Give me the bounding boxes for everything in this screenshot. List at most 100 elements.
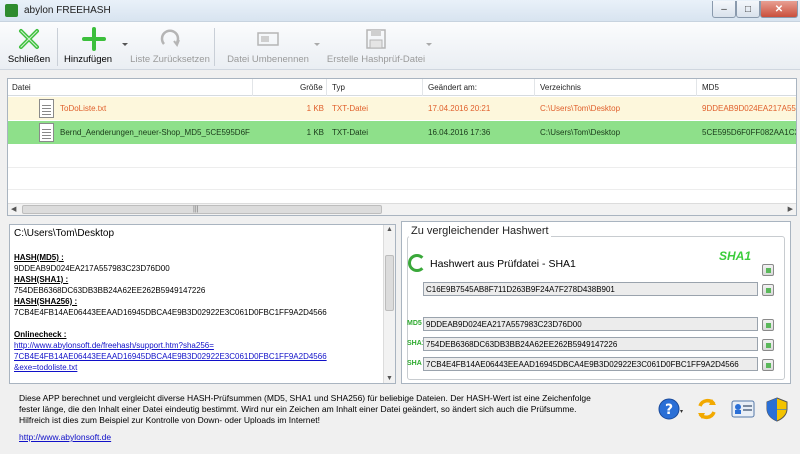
cell-md5: 9DDEAB9D024EA217A557983C23D76D00 (702, 104, 796, 113)
column-divider[interactable] (326, 79, 327, 96)
compare-hash-field[interactable]: C16E9B7545AB8F711D263B9F24A7F278D438B901 (423, 282, 758, 296)
cell-type: TXT-Datei (332, 104, 369, 113)
sha256-tag-icon: SHA (407, 360, 422, 367)
scrollbar-thumb[interactable] (385, 255, 394, 311)
grid-line (8, 167, 796, 168)
update-icon[interactable] (694, 396, 720, 422)
md5-value: 9DDEAB9D024EA217A557983C23D76D00 (14, 264, 170, 273)
cell-size: 1 KB (306, 128, 324, 137)
sha1-copy-button[interactable] (762, 339, 774, 351)
cell-md5: 5CE595D6F0FF082AA1C3 (702, 128, 796, 137)
column-divider[interactable] (696, 79, 697, 96)
scroll-up-arrow-icon[interactable]: ▲ (386, 226, 393, 233)
reset-list-label: Liste Zurücksetzen (130, 54, 210, 65)
website-link[interactable]: http://www.abylonsoft.de (19, 432, 111, 442)
onlinecheck-link-hash[interactable]: 7CB4E4FB14AE06443EEAAD16945DBCA4E9B3D029… (14, 352, 327, 361)
reset-list-button[interactable]: Liste Zurücksetzen (130, 24, 210, 68)
column-header-md5[interactable]: MD5 (702, 83, 719, 92)
column-header-modified[interactable]: Geändert am: (428, 83, 477, 92)
minimize-button[interactable]: – (712, 1, 736, 18)
maximize-button[interactable]: □ (736, 1, 760, 18)
create-hash-file-label: Erstelle Hashprüf-Datei (326, 54, 426, 65)
sha1-heading: HASH(SHA1) : (14, 275, 69, 284)
create-hash-file-button[interactable]: Erstelle Hashprüf-Datei (326, 24, 432, 68)
cell-modified: 17.04.2016 20:21 (428, 104, 491, 113)
rename-file-button[interactable]: Datei Umbenennen (218, 24, 320, 68)
cell-modified: 16.04.2016 17:36 (428, 128, 491, 137)
file-list-header: Datei Größe Typ Geändert am: Verzeichnis… (8, 79, 796, 96)
scrollbar-grip-icon: ||| (193, 206, 199, 213)
md5-copy-button[interactable] (762, 319, 774, 331)
sha1-hash-field[interactable]: 754DEB6368DC63DB3BB24A62EE262B5949147226 (423, 337, 758, 351)
security-shield-icon[interactable] (764, 396, 790, 422)
add-button[interactable]: Hinzufügen (62, 24, 128, 68)
description-line-3: Hilfreich ist dies zum Beispiel zur Kont… (19, 415, 320, 425)
reset-icon (160, 29, 180, 48)
text-file-icon (39, 123, 54, 142)
sha256-value: 7CB4E4FB14AE06443EEAAD16945DBCA4E9B3D029… (14, 308, 327, 317)
title-bar: abylon FREEHASH – □ ✕ (0, 0, 800, 22)
compare-copy-button[interactable] (762, 284, 774, 296)
column-header-file[interactable]: Datei (12, 83, 31, 92)
cell-directory: C:\Users\Tom\Desktop (540, 128, 621, 137)
grid-line (8, 189, 796, 190)
onlinecheck-heading: Onlinecheck : (14, 330, 67, 339)
close-button[interactable]: Schließen (4, 24, 54, 68)
scroll-right-arrow-icon[interactable]: ▶ (788, 205, 793, 213)
scroll-down-arrow-icon[interactable]: ▼ (386, 375, 393, 382)
column-divider[interactable] (422, 79, 423, 96)
column-header-directory[interactable]: Verzeichnis (540, 83, 581, 92)
close-x-icon (19, 29, 39, 49)
selected-path: C:\Users\Tom\Desktop (14, 228, 115, 239)
description-line-1: Diese APP berechnet und vergleicht diver… (19, 393, 591, 403)
sha1-value: 754DEB6368DC63DB3BB24A62EE262B5949147226 (14, 286, 206, 295)
table-row[interactable]: Bernd_Aenderungen_neuer-Shop_MD5_5CE595D… (8, 121, 796, 144)
horizontal-scrollbar[interactable]: ◀ ||| ▶ (8, 203, 796, 215)
cell-file-name: ToDoListe.txt (60, 104, 107, 113)
cell-size: 1 KB (306, 104, 324, 113)
refresh-compare-icon[interactable] (408, 254, 426, 272)
compare-title: Zu vergleichender Hashwert (409, 225, 551, 237)
cell-type: TXT-Datei (332, 128, 369, 137)
sha256-heading: HASH(SHA256) : (14, 297, 78, 306)
rename-dropdown-arrow-icon[interactable] (314, 43, 320, 46)
compare-subtitle: Hashwert aus Prüfdatei - SHA1 (430, 258, 576, 270)
scrollbar-thumb[interactable] (22, 205, 382, 214)
onlinecheck-link-exe[interactable]: &exe=todoliste.txt (14, 363, 77, 372)
file-list[interactable]: Datei Größe Typ Geändert am: Verzeichnis… (7, 78, 797, 216)
create-dropdown-arrow-icon[interactable] (426, 43, 432, 46)
rename-icon (257, 32, 279, 46)
contact-card-icon[interactable] (730, 396, 756, 422)
help-icon[interactable]: ? (657, 396, 683, 422)
column-divider[interactable] (252, 79, 253, 96)
vertical-scrollbar[interactable]: ▲ ▼ (383, 225, 395, 383)
sha1-logo: SHA1 (719, 249, 752, 263)
md5-heading: HASH(MD5) : (14, 253, 64, 262)
rename-file-label: Datei Umbenennen (227, 54, 309, 65)
hash-info-panel[interactable]: C:\Users\Tom\Desktop HASH(MD5) : 9DDEAB9… (9, 224, 396, 384)
close-window-button[interactable]: ✕ (760, 1, 798, 18)
cell-directory: C:\Users\Tom\Desktop (540, 104, 621, 113)
svg-text:?: ? (665, 402, 673, 418)
add-dropdown-arrow-icon[interactable] (122, 43, 128, 46)
table-row[interactable]: ToDoListe.txt 1 KB TXT-Datei 17.04.2016 … (8, 97, 796, 120)
toolbar-separator (57, 28, 58, 66)
sha256-hash-field[interactable]: 7CB4E4FB14AE06443EEAAD16945DBCA4E9B3D029… (423, 357, 758, 371)
toolbar: Schließen Hinzufügen Liste Zurücksetzen … (0, 22, 800, 70)
scroll-left-arrow-icon[interactable]: ◀ (11, 205, 16, 213)
onlinecheck-link[interactable]: http://www.abylonsoft.de/freehash/suppor… (14, 341, 214, 350)
app-icon (5, 4, 18, 17)
text-file-icon (39, 99, 54, 118)
close-label: Schließen (7, 54, 51, 65)
column-divider[interactable] (534, 79, 535, 96)
window-title: abylon FREEHASH (24, 5, 111, 16)
save-disk-icon (366, 29, 386, 49)
md5-hash-field[interactable]: 9DDEAB9D024EA217A557983C23D76D00 (423, 317, 758, 331)
column-header-size[interactable]: Größe (300, 83, 323, 92)
add-label: Hinzufügen (64, 54, 113, 65)
column-header-type[interactable]: Typ (332, 83, 345, 92)
cell-file-name: Bernd_Aenderungen_neuer-Shop_MD5_5CE595D… (60, 128, 250, 137)
load-hash-file-button[interactable] (762, 264, 774, 276)
sha256-copy-button[interactable] (762, 359, 774, 371)
md5-tag-icon: MD5 (407, 320, 422, 327)
